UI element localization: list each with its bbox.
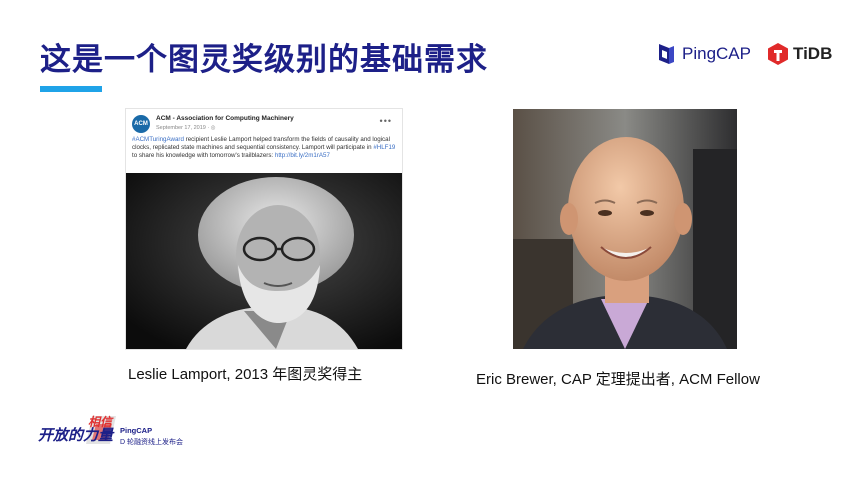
acm-post-screenshot: ACM ACM - Association for Computing Mach… <box>125 108 403 350</box>
pingcap-logo: PingCAP <box>656 42 751 66</box>
slide: 这是一个图灵奖级别的基础需求 PingCAP TiDB ACM ACM - As… <box>0 0 866 481</box>
open-power-logo-icon: 开放的力量 相信 <box>38 415 116 444</box>
acm-post-date: September 17, 2019 · ◎ <box>156 125 216 131</box>
more-options-icon: ••• <box>379 116 392 126</box>
pingcap-logo-icon <box>659 44 674 64</box>
globe-icon: ◎ <box>210 125 216 131</box>
acm-post-text: #ACMTuringAward recipient Leslie Lamport… <box>132 136 396 160</box>
acm-post-header: ACM ACM - Association for Computing Mach… <box>132 114 396 136</box>
acm-avatar-text: ACM <box>134 121 148 127</box>
caption-brewer: Eric Brewer, CAP 定理提出者, ACM Fellow <box>476 371 760 388</box>
acm-hashtag-2: #HLF19 <box>373 144 396 151</box>
tidb-logo-text: TiDB <box>793 44 833 63</box>
footer-pingcap-text: PingCAP <box>120 426 153 435</box>
acm-link: http://bit.ly/2m1rA57 <box>274 152 330 159</box>
footer-brand: 开放的力量 相信 PingCAP D 轮融资线上发布会 <box>36 410 266 460</box>
acm-text-2: to share his knowledge with tomorrow's t… <box>132 152 275 159</box>
leslie-lamport-photo <box>126 173 402 349</box>
title-accent-bar <box>40 86 102 92</box>
acm-avatar: ACM <box>132 115 150 133</box>
acm-account-name: ACM - Association for Computing Machiner… <box>156 115 294 122</box>
caption-lamport: Leslie Lamport, 2013 年图灵奖得主 <box>128 366 363 383</box>
tidb-logo: TiDB <box>767 42 832 66</box>
acm-post-date-text: September 17, 2019 · <box>156 125 211 131</box>
eric-brewer-photo <box>513 109 737 349</box>
acm-hashtag: #ACMTuringAward <box>132 136 184 143</box>
pingcap-logo-text: PingCAP <box>682 44 751 63</box>
svg-text:相信: 相信 <box>88 415 114 429</box>
tidb-logo-icon <box>768 43 788 65</box>
slide-title: 这是一个图灵奖级别的基础需求 <box>40 42 488 78</box>
footer-event-text: D 轮融资线上发布会 <box>120 439 183 446</box>
